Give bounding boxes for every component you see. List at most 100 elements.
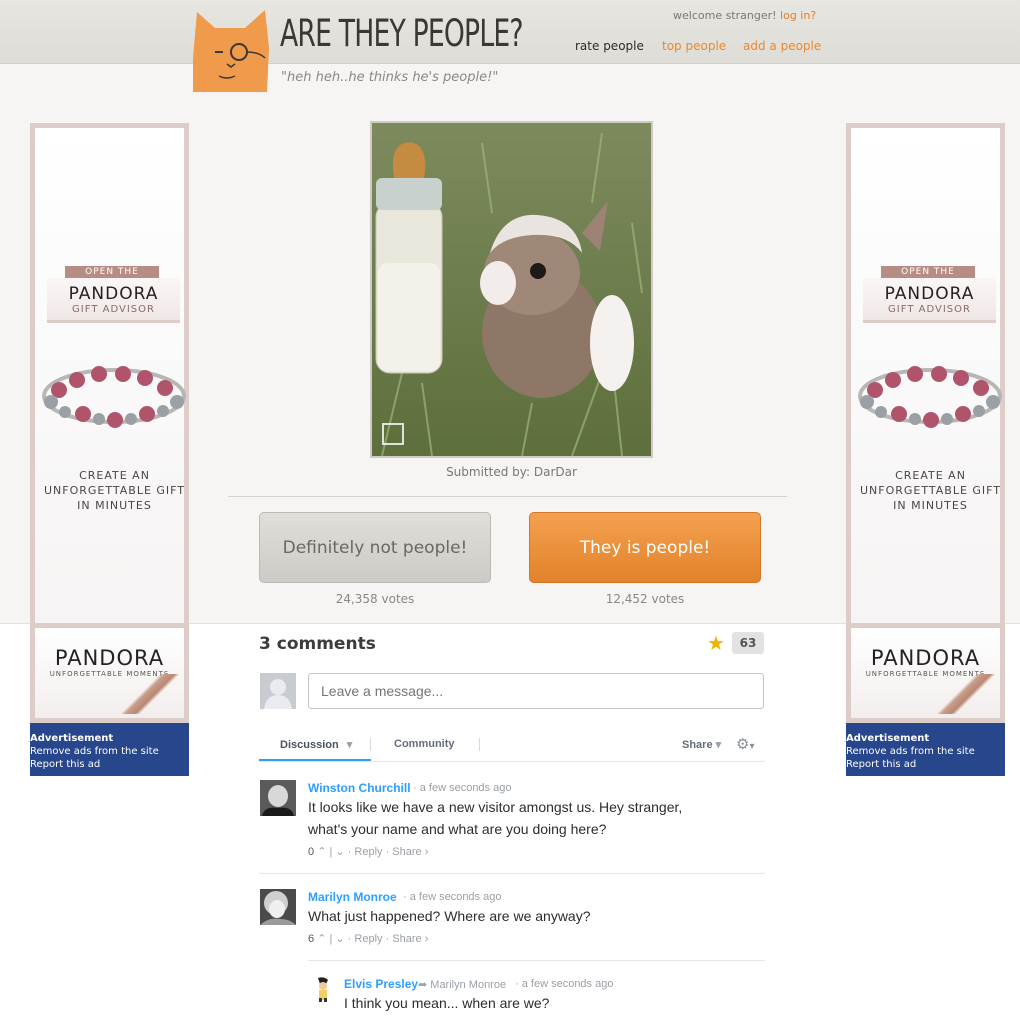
ad-create-text: CREATE AN UNFORGETTABLE GIFT IN MINUTES: [857, 468, 1004, 513]
divider: [228, 496, 787, 497]
ad-create-text: CREATE AN UNFORGETTABLE GIFT IN MINUTES: [41, 468, 188, 513]
not-people-button[interactable]: Definitely not people!: [259, 512, 491, 583]
comment-author[interactable]: Elvis Presley: [344, 977, 418, 991]
star-count: 63: [732, 632, 764, 654]
nav-rate-people[interactable]: rate people: [575, 39, 644, 53]
comment-actions: 0 ⌃ | ⌄ · Reply · Share ›: [308, 846, 429, 858]
not-people-votes: 24,358 votes: [335, 592, 415, 606]
comment-tabs: Discussion ▾ Community Share ▾ ⚙▾: [259, 733, 765, 762]
ad-right[interactable]: OPEN THE PANDORA GIFT ADVISOR CREATE AN …: [846, 123, 1005, 776]
report-ad-link[interactable]: Report this ad: [30, 758, 189, 771]
submitted-by: Submitted by: DarDar: [446, 465, 577, 479]
bunny-photo-image: [372, 123, 651, 456]
remove-ads-link[interactable]: Remove ads from the site: [30, 745, 189, 758]
ad-gift-advisor: PANDORA GIFT ADVISOR: [863, 278, 996, 323]
comment-text-line: What just happened? Where are we anyway?: [308, 908, 591, 924]
ad-advertisement-label: Advertisement: [846, 733, 930, 744]
cat-logo-icon[interactable]: [193, 8, 271, 92]
site-tagline: "heh heh..he thinks he's people!": [281, 70, 499, 85]
active-tab-indicator: [259, 759, 371, 761]
expand-icon[interactable]: [382, 423, 404, 445]
reply-to[interactable]: ➦ Marilyn Monroe: [418, 978, 506, 991]
comment-text: I think you mean... when are we?: [344, 992, 549, 1014]
ad-brand: PANDORA: [68, 284, 159, 304]
is-people-votes: 12,452 votes: [605, 592, 685, 606]
comment-author[interactable]: Marilyn Monroe: [308, 890, 397, 904]
comment-item: Marilyn Monroe · a few seconds ago What …: [259, 887, 765, 959]
comment-author[interactable]: Winston Churchill: [308, 781, 411, 795]
is-people-button[interactable]: They is people!: [529, 512, 761, 583]
ad-gift-advisor: PANDORA GIFT ADVISOR: [47, 278, 180, 323]
nav-add-a-people[interactable]: add a people: [743, 39, 821, 53]
reply-link[interactable]: Reply: [354, 846, 382, 858]
comment-time[interactable]: · a few seconds ago: [403, 891, 501, 903]
ad-gift-advisor-label: GIFT ADVISOR: [72, 304, 155, 315]
comment-text: What just happened? Where are we anyway?: [308, 905, 591, 927]
avatar-winston-churchill[interactable]: [260, 780, 296, 816]
downvote-icon[interactable]: ⌄: [335, 933, 344, 945]
ad-advertisement-label: Advertisement: [30, 733, 114, 744]
chevron-down-icon: ▾: [346, 739, 353, 751]
ribbon-icon: [120, 674, 180, 714]
report-ad-link[interactable]: Report this ad: [846, 758, 1005, 771]
share-menu[interactable]: Share ▾: [682, 738, 721, 751]
comment-text-line: It looks like we have a new visitor amon…: [308, 799, 683, 815]
downvote-icon[interactable]: ⌄: [335, 846, 344, 858]
ad-create-line: CREATE AN: [79, 469, 150, 482]
tab-discussion-label: Discussion: [280, 739, 339, 751]
login-link[interactable]: log in?: [780, 9, 816, 22]
ad-brand: PANDORA: [884, 284, 975, 304]
submission-photo: [370, 121, 653, 458]
comment-item: Elvis Presley ➦ Marilyn Monroe · a few s…: [308, 974, 765, 1020]
ad-create-line: CREATE AN: [895, 469, 966, 482]
comment-text-line: what's your name and what are you doing …: [308, 821, 607, 837]
gear-icon[interactable]: ⚙▾: [736, 735, 754, 753]
vote-count: 6: [308, 933, 315, 945]
comments-count: 3 comments: [259, 634, 376, 654]
ad-logo-brand: PANDORA: [870, 646, 981, 670]
tab-community[interactable]: Community: [394, 738, 455, 750]
share-label: Share: [682, 739, 713, 751]
ad-logo-brand: PANDORA: [54, 646, 165, 670]
comment-actions: 6 ⌃ | ⌄ · Reply · Share ›: [308, 933, 429, 945]
share-link[interactable]: Share: [392, 846, 421, 858]
nav-top-people[interactable]: top people: [662, 39, 726, 53]
ad-gift-advisor-label: GIFT ADVISOR: [888, 304, 971, 315]
tab-divider: [370, 738, 371, 751]
reply-arrow-icon: ➦: [418, 979, 428, 991]
remove-ads-link[interactable]: Remove ads from the site: [846, 745, 1005, 758]
tab-discussion[interactable]: Discussion ▾: [280, 738, 352, 751]
avatar-elvis-presley[interactable]: [310, 976, 336, 1002]
upvote-icon[interactable]: ⌃: [317, 933, 326, 945]
site-title[interactable]: ARE THEY PEOPLE?: [280, 12, 524, 55]
comment-time-text: a few seconds ago: [521, 978, 614, 990]
bracelet-image: [858, 366, 1002, 428]
ad-create-line: UNFORGETTABLE GIFT: [43, 484, 186, 497]
ad-info-bar: Advertisement Remove ads from the site R…: [846, 723, 1005, 776]
star-icon[interactable]: ★: [707, 631, 725, 655]
comment-time-text: a few seconds ago: [419, 782, 512, 794]
comment-time[interactable]: · a few seconds ago: [413, 782, 511, 794]
welcome-message: welcome stranger! log in?: [673, 9, 816, 22]
message-input[interactable]: [308, 673, 764, 709]
comment-text: It looks like we have a new visitor amon…: [308, 796, 682, 840]
welcome-text: welcome stranger!: [673, 9, 777, 22]
ad-create-line: IN MINUTES: [893, 499, 968, 512]
comment-time[interactable]: · a few seconds ago: [515, 978, 613, 990]
avatar-marilyn-monroe[interactable]: [260, 889, 296, 925]
reply-link[interactable]: Reply: [354, 933, 382, 945]
upvote-icon[interactable]: ⌃: [317, 846, 326, 858]
reply-to-name: Marilyn Monroe: [430, 979, 507, 991]
comment-time-text: a few seconds ago: [409, 891, 502, 903]
ad-create-line: IN MINUTES: [77, 499, 152, 512]
tab-divider: [479, 738, 480, 751]
ad-logo-box[interactable]: PANDORA UNFORGETTABLE MOMENTS: [30, 623, 189, 723]
share-link[interactable]: Share: [392, 933, 421, 945]
ad-create-line: UNFORGETTABLE GIFT: [859, 484, 1002, 497]
comment-text-line: I think you mean... when are we?: [344, 995, 550, 1011]
comment-separator: [259, 873, 765, 874]
ad-logo-box[interactable]: PANDORA UNFORGETTABLE MOMENTS: [846, 623, 1005, 723]
comment-separator: [308, 960, 765, 961]
ad-left[interactable]: OPEN THE PANDORA GIFT ADVISOR CREATE AN …: [30, 123, 189, 776]
user-avatar-icon: [260, 673, 296, 709]
